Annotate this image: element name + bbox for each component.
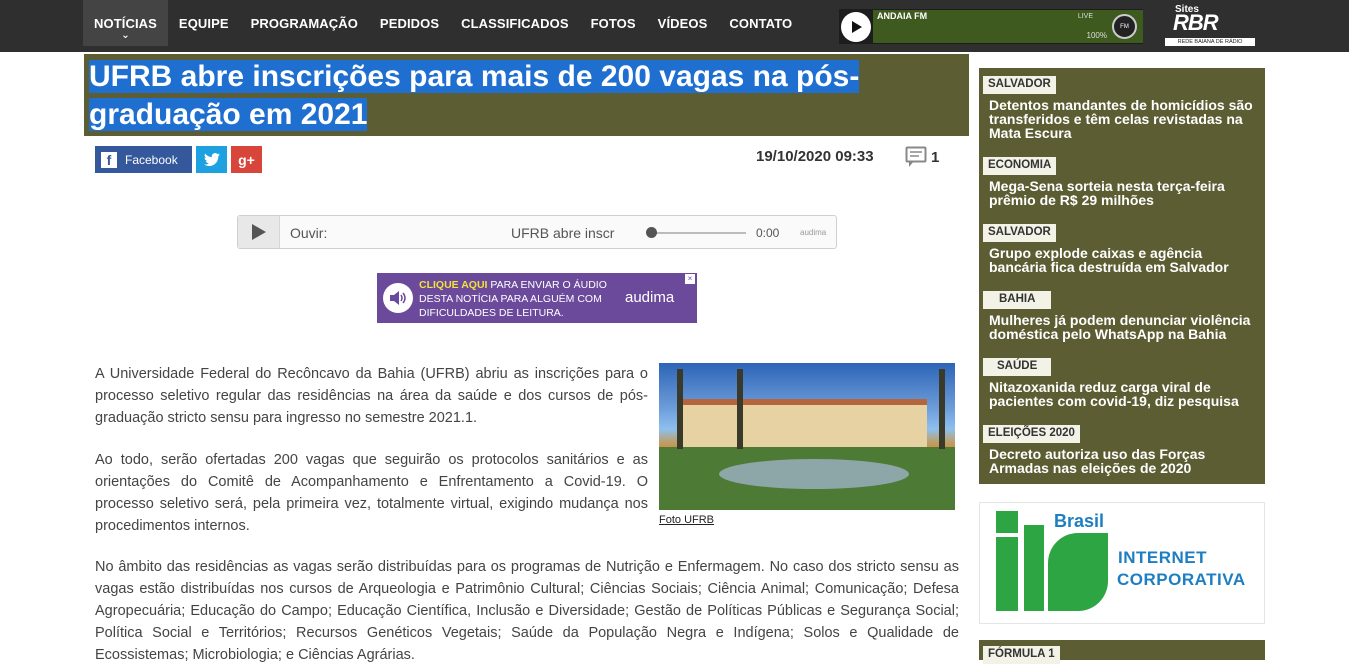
sidebar-news-title[interactable]: Grupo explode caixas e agência bancária … [983, 246, 1255, 274]
nav-videos-label: VÍDEOS [657, 15, 708, 31]
radio-station-name: ANDAIA FM [877, 11, 928, 21]
rbr-logo[interactable]: Sites RBR REDE BAIANA DE RÁDIO [1163, 4, 1255, 48]
comments-count: 1 [931, 148, 940, 166]
play-icon [852, 21, 862, 33]
google-plus-share-button[interactable]: g+ [231, 146, 262, 173]
nav-equipe[interactable]: EQUIPE [168, 0, 240, 46]
nav-pedidos-label: PEDIDOS [379, 15, 440, 31]
twitter-icon [203, 152, 220, 166]
radio-volume[interactable]: 100% [1087, 31, 1107, 40]
nav-contato-label: CONTATO [729, 15, 793, 31]
nav-noticias-label: NOTÍCIAS [94, 15, 157, 31]
article-photo[interactable] [659, 363, 955, 510]
article-date: 19/10/2020 09:33 [756, 148, 874, 165]
sidebar-news-item[interactable]: BAHIA Mulheres já podem denunciar violên… [983, 289, 1263, 341]
rbr-name: RBR [1173, 10, 1219, 35]
audio-player: Ouvir: UFRB abre inscr 0:00 audima [237, 215, 837, 249]
photo-palm [677, 369, 683, 449]
facebook-icon: f [101, 151, 117, 168]
radio-player: ANDAIA FM LIVE 100% FM [839, 9, 1143, 44]
google-plus-icon: g+ [238, 151, 255, 168]
page-title-text: UFRB abre inscrições para mais de 200 va… [89, 60, 860, 131]
top-bar: NOTÍCIAS ⌄ EQUIPE PROGRAMAÇÃO PEDIDOS CL… [0, 0, 1349, 52]
photo-caption-link[interactable]: Foto UFRB [659, 514, 714, 526]
nav-videos[interactable]: VÍDEOS [647, 0, 719, 46]
comment-icon [905, 146, 927, 167]
audio-progress-handle[interactable] [646, 227, 657, 238]
sidebar-news-tag: ELEIÇÕES 2020 [983, 425, 1080, 443]
play-icon [251, 224, 266, 240]
sidebar-news-item[interactable]: ECONOMIA Mega-Sena sorteia nesta terça-f… [983, 155, 1263, 207]
audio-progress-track[interactable] [648, 232, 746, 234]
photo-building [677, 399, 927, 447]
sidebar-news-title[interactable]: Nitazoxanida reduz carga viral de pacien… [983, 380, 1255, 408]
main-nav: NOTÍCIAS ⌄ EQUIPE PROGRAMAÇÃO PEDIDOS CL… [83, 0, 803, 52]
sidebar-news-item[interactable]: SAÚDE Nitazoxanida reduz carga viral de … [983, 356, 1263, 408]
facebook-share-label: Facebook [125, 152, 178, 167]
ad-text: CLIQUE AQUI PARA ENVIAR O ÁUDIO DESTA NO… [419, 278, 619, 320]
sidebar-news-tag: ECONOMIA [983, 157, 1057, 175]
sidebar-news-item[interactable]: SALVADOR Detentos mandantes de homicídio… [983, 74, 1263, 140]
audima-ad[interactable]: CLIQUE AQUI PARA ENVIAR O ÁUDIO DESTA NO… [377, 273, 697, 323]
facebook-share-button[interactable]: f Facebook [95, 146, 192, 173]
nav-contato[interactable]: CONTATO [718, 0, 803, 46]
sidebar-news-title[interactable]: Detentos mandantes de homicídios são tra… [983, 98, 1255, 140]
sidebar-news-tag: SAÚDE [983, 358, 1052, 376]
ad-close-icon[interactable]: × [685, 274, 695, 284]
photo-palm [737, 369, 743, 449]
its-logo-shape [996, 511, 1018, 533]
sidebar-news-tag: BAHIA [983, 291, 1052, 309]
audio-play-button[interactable] [238, 216, 280, 248]
ad-highlight: CLIQUE AQUI [419, 279, 488, 291]
article-paragraph: No âmbito das residências as vagas serão… [95, 559, 959, 663]
its-line-2: CORPORATIVA [1117, 570, 1246, 589]
its-line-1: INTERNET [1118, 548, 1207, 567]
sidebar-news-tag: SALVADOR [983, 224, 1056, 242]
radio-live-label: LIVE [1077, 13, 1093, 20]
nav-programacao[interactable]: PROGRAMAÇÃO [240, 0, 369, 46]
nav-programacao-label: PROGRAMAÇÃO [250, 15, 358, 31]
sidebar-news-title[interactable]: Mulheres já podem denunciar violência do… [983, 313, 1255, 341]
radio-play-button[interactable] [841, 12, 871, 42]
nav-fotos-label: FOTOS [590, 15, 636, 31]
nav-fotos[interactable]: FOTOS [580, 0, 647, 46]
audio-label: Ouvir: [290, 225, 328, 241]
photo-pond [719, 459, 909, 489]
comments-link[interactable]: 1 [905, 146, 939, 168]
nav-noticias[interactable]: NOTÍCIAS ⌄ [83, 0, 168, 46]
audio-title: UFRB abre inscr [511, 225, 615, 241]
sidebar-news-tag: SALVADOR [983, 76, 1056, 94]
rbr-tagline: REDE BAIANA DE RÁDIO [1165, 38, 1255, 46]
nav-classificados[interactable]: CLASSIFICADOS [450, 0, 579, 46]
sidebar-news-item[interactable]: ELEIÇÕES 2020 Decreto autoriza uso das F… [983, 423, 1263, 475]
nav-equipe-label: EQUIPE [178, 15, 229, 31]
share-buttons: f Facebook g+ [95, 146, 262, 173]
article-paragraph: A Universidade Federal do Recôncavo da B… [95, 366, 648, 426]
chevron-down-icon: ⌄ [121, 30, 130, 41]
article-paragraph: Ao todo, serão ofertadas 200 vagas que s… [95, 452, 648, 534]
its-brand: Brasil [1054, 511, 1105, 531]
ad-brand: audima [625, 289, 675, 306]
nav-pedidos[interactable]: PEDIDOS [369, 0, 450, 46]
sidebar-news-title[interactable]: Mega-Sena sorteia nesta terça-feira prêm… [983, 179, 1255, 207]
sidebar-news-title[interactable]: Decreto autoriza uso das Forças Armadas … [983, 447, 1255, 475]
nav-classificados-label: CLASSIFICADOS [461, 15, 569, 31]
sidebar-news-tag: FÓRMULA 1 [983, 646, 1060, 664]
its-logo-shape [1024, 525, 1044, 611]
page-title: UFRB abre inscrições para mais de 200 va… [89, 58, 879, 134]
sidebar-news-second: FÓRMULA 1 [979, 640, 1265, 664]
its-logo-shape [996, 537, 1018, 611]
its-brasil-ad[interactable]: Brasil INTERNET CORPORATIVA [979, 502, 1265, 624]
photo-palm [939, 369, 945, 449]
its-logo-shape [1048, 533, 1108, 611]
speaker-icon [383, 283, 413, 313]
audio-time: 0:00 [756, 226, 780, 240]
radio-logo: FM [1112, 14, 1137, 39]
audio-brand: audima [800, 228, 827, 237]
sidebar-news-item[interactable]: SALVADOR Grupo explode caixas e agência … [983, 222, 1263, 274]
twitter-share-button[interactable] [196, 146, 227, 173]
